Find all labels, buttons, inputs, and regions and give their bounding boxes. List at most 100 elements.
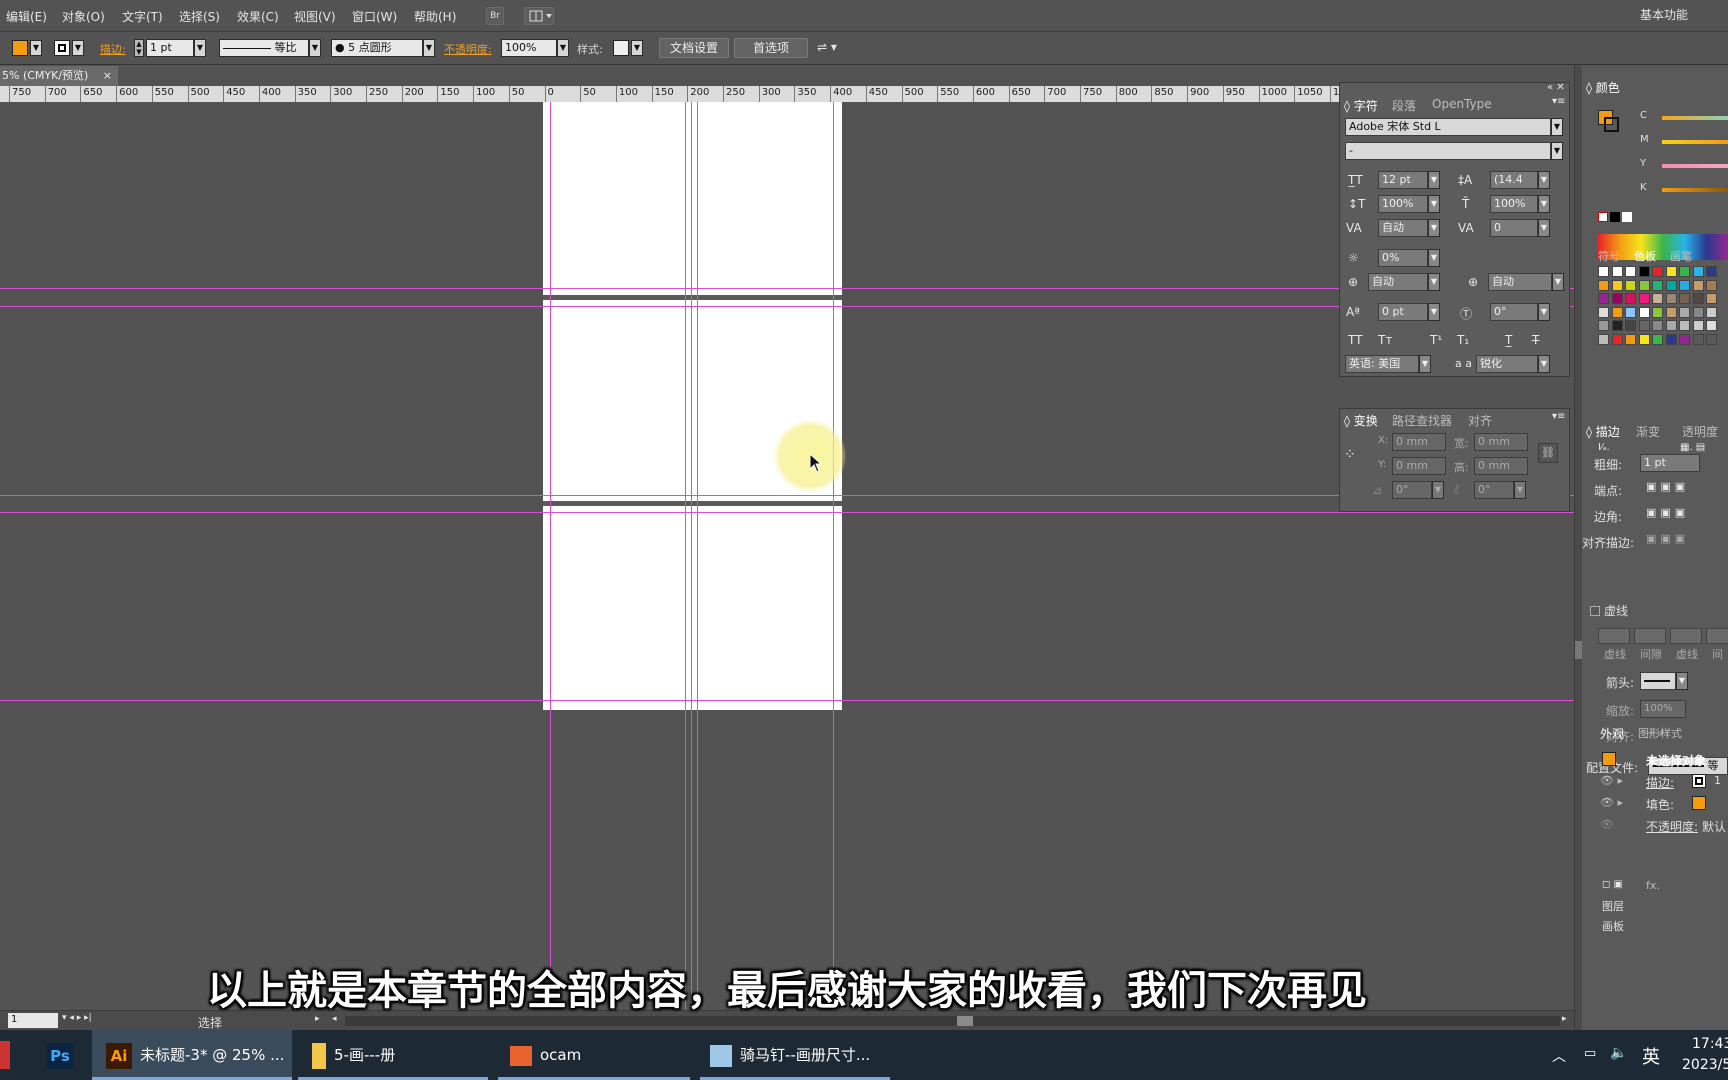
- horizontal-scale-dropdown[interactable]: ▼: [1538, 195, 1550, 213]
- guide-horizontal[interactable]: [0, 495, 1574, 496]
- tab-character[interactable]: ◊ 字符: [1344, 97, 1378, 114]
- stroke-visibility-icon[interactable]: 👁 ▸: [1600, 774, 1623, 787]
- shear-dropdown[interactable]: ▼: [1514, 481, 1526, 499]
- color-swatch[interactable]: [1638, 266, 1650, 277]
- height-field[interactable]: 0 mm: [1474, 457, 1528, 475]
- tab-transform[interactable]: ◊ 变换: [1344, 412, 1378, 429]
- color-swatch[interactable]: [1692, 320, 1704, 331]
- y-field[interactable]: 0 mm: [1392, 457, 1446, 475]
- language-field[interactable]: 英语: 美国: [1345, 355, 1419, 373]
- panel-menu-icon[interactable]: ▾≡: [1552, 96, 1565, 107]
- character-rotation-dropdown[interactable]: ▼: [1538, 303, 1550, 321]
- tab-appearance[interactable]: 外观: [1600, 725, 1624, 742]
- arrange-documents-button[interactable]: [524, 7, 554, 25]
- color-swatch[interactable]: [1692, 279, 1704, 291]
- font-style-dropdown[interactable]: ▼: [1551, 142, 1563, 160]
- dashed-line-checkbox[interactable]: [1590, 606, 1600, 616]
- document-setup-button[interactable]: 文档设置: [659, 38, 729, 58]
- arrowhead-start-field[interactable]: [1640, 672, 1676, 690]
- color-swatch[interactable]: [1665, 266, 1677, 277]
- menu-object[interactable]: 对象(O): [62, 8, 105, 25]
- fx-button[interactable]: fx.: [1646, 879, 1660, 892]
- shear-field[interactable]: 0°: [1474, 481, 1514, 499]
- taskbar-ocam[interactable]: ocam: [498, 1030, 690, 1080]
- color-swatch[interactable]: [1679, 279, 1690, 291]
- stroke-weight-field[interactable]: 1 pt: [146, 39, 194, 57]
- character-rotation-field[interactable]: 0°: [1490, 303, 1538, 321]
- corner-buttons-icon[interactable]: ▣▣▣: [1646, 506, 1689, 519]
- subscript-icon[interactable]: T₁: [1457, 333, 1469, 347]
- dash-field-2[interactable]: [1670, 628, 1702, 644]
- color-swatch[interactable]: [1652, 293, 1663, 304]
- fill-visibility-icon[interactable]: 👁 ▸: [1600, 796, 1623, 809]
- color-swatch[interactable]: [1598, 306, 1609, 318]
- fill-color-swatch[interactable]: [12, 40, 28, 56]
- white-swatch[interactable]: [1622, 212, 1632, 222]
- color-swatch[interactable]: [1665, 293, 1677, 304]
- swatch-options-icon[interactable]: ▦. ▤: [1680, 442, 1705, 453]
- color-swatch[interactable]: [1692, 266, 1704, 277]
- superscript-icon[interactable]: T¹: [1430, 333, 1442, 347]
- variable-width-profile[interactable]: 等比: [219, 39, 309, 57]
- tab-paragraph[interactable]: 段落: [1392, 97, 1416, 114]
- appearance-stroke-swatch[interactable]: [1692, 774, 1706, 788]
- rotate-field[interactable]: 0°: [1392, 481, 1432, 499]
- profile-dropdown[interactable]: ▼: [309, 39, 321, 57]
- artboard-canvas[interactable]: [0, 102, 1574, 1010]
- color-swatch[interactable]: [1706, 279, 1717, 291]
- color-swatch[interactable]: [1652, 333, 1663, 345]
- kerning-dropdown[interactable]: ▼: [1428, 219, 1440, 237]
- color-swatch[interactable]: [1665, 306, 1677, 318]
- guide-horizontal[interactable]: [0, 700, 1574, 701]
- color-swatch[interactable]: [1598, 320, 1609, 331]
- color-swatch[interactable]: [1652, 306, 1663, 318]
- leading-dropdown[interactable]: ▼: [1538, 171, 1550, 189]
- color-swatch[interactable]: [1706, 306, 1717, 318]
- artboard-page[interactable]: [543, 102, 842, 710]
- artboards-panel-tab[interactable]: 画板: [1602, 918, 1624, 934]
- color-swatch[interactable]: [1611, 333, 1623, 345]
- opacity-label[interactable]: 不透明度:: [444, 41, 492, 59]
- all-caps-icon[interactable]: TT: [1348, 333, 1362, 347]
- color-swatch[interactable]: [1625, 266, 1636, 277]
- yellow-slider[interactable]: [1662, 164, 1728, 168]
- color-swatch[interactable]: [1598, 333, 1609, 345]
- color-swatch[interactable]: [1625, 293, 1636, 304]
- opacity-field[interactable]: 100%: [501, 39, 557, 57]
- color-swatch[interactable]: [1652, 266, 1663, 277]
- tab-graphic-styles[interactable]: 图形样式: [1638, 725, 1682, 741]
- color-swatch[interactable]: [1625, 306, 1636, 318]
- font-style-field[interactable]: -: [1345, 142, 1551, 160]
- gap-field-1[interactable]: [1634, 628, 1666, 644]
- tracking-field[interactable]: 0: [1490, 219, 1538, 237]
- stroke-weight-stepper[interactable]: ▲ ▼: [134, 39, 144, 57]
- vertical-scale-field[interactable]: 100%: [1378, 195, 1428, 213]
- menu-select[interactable]: 选择(S): [179, 8, 220, 25]
- show-hidden-icons-icon[interactable]: ︿: [1552, 1046, 1566, 1066]
- stroke-label[interactable]: 描边:: [100, 41, 126, 59]
- fill-dropdown[interactable]: ▼: [30, 40, 42, 56]
- color-swatch[interactable]: [1611, 279, 1623, 291]
- transform-panel-menu-icon[interactable]: ▾≡: [1552, 411, 1565, 422]
- menu-view[interactable]: 视图(V): [294, 8, 336, 25]
- none-swatch[interactable]: [1598, 212, 1608, 222]
- font-size-dropdown[interactable]: ▼: [1428, 171, 1440, 189]
- bridge-button[interactable]: Br: [486, 7, 504, 25]
- battery-icon[interactable]: ▭: [1584, 1046, 1596, 1061]
- stroke-dropdown[interactable]: ▼: [72, 40, 84, 56]
- arrow-scale-field[interactable]: 100%: [1640, 700, 1686, 718]
- volume-icon[interactable]: 🔈: [1610, 1045, 1627, 1061]
- tab-align[interactable]: 对齐: [1468, 412, 1492, 429]
- color-swatch[interactable]: [1679, 320, 1690, 331]
- color-swatch[interactable]: [1706, 293, 1717, 304]
- tsume-field[interactable]: 0%: [1378, 249, 1428, 267]
- tab-brushes-label[interactable]: 画笔: [1670, 248, 1692, 264]
- menu-window[interactable]: 窗口(W): [352, 8, 397, 25]
- style-dropdown[interactable]: ▼: [631, 40, 643, 56]
- taskbar-photoshop[interactable]: Ps: [36, 1030, 84, 1080]
- color-swatch[interactable]: [1625, 320, 1636, 331]
- x-field[interactable]: 0 mm: [1392, 433, 1446, 451]
- horizontal-scrollbar[interactable]: [345, 1016, 1560, 1026]
- color-swatch[interactable]: [1638, 306, 1650, 318]
- antialias-field[interactable]: 锐化: [1476, 355, 1538, 373]
